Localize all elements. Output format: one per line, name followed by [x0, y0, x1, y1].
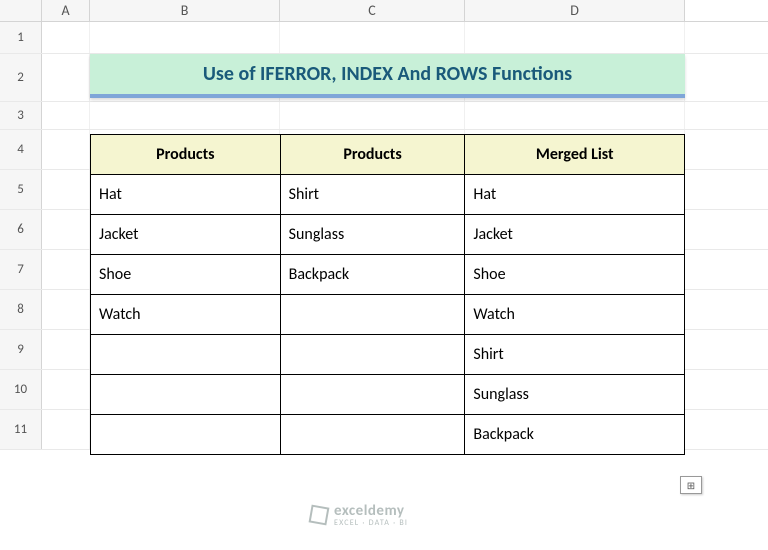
cell[interactable] [42, 54, 90, 101]
cell[interactable] [42, 370, 90, 409]
spreadsheet-area: A B C D 1 2 3 4 5 6 [0, 0, 768, 550]
row-header-4[interactable]: 4 [0, 130, 42, 169]
cell-c7[interactable]: Backpack [280, 255, 465, 295]
cell[interactable] [280, 102, 465, 129]
table-header-row: Products Products Merged List [91, 135, 685, 175]
cell[interactable] [42, 250, 90, 289]
col-header-B[interactable]: B [90, 0, 280, 21]
logo-icon [309, 505, 330, 526]
cell-c10[interactable] [280, 375, 465, 415]
cell-b7[interactable]: Shoe [91, 255, 281, 295]
select-all-corner[interactable] [0, 0, 42, 21]
col-header-D[interactable]: D [465, 0, 685, 21]
table-row: Watch Watch [91, 295, 685, 335]
cell-c8[interactable] [280, 295, 465, 335]
cell[interactable] [42, 290, 90, 329]
cell-c6[interactable]: Sunglass [280, 215, 465, 255]
cell[interactable] [42, 130, 90, 169]
table-row: Shirt [91, 335, 685, 375]
page-title: Use of IFERROR, INDEX And ROWS Functions [90, 54, 685, 98]
row-header-1[interactable]: 1 [0, 22, 42, 53]
row-header-11[interactable]: 11 [0, 410, 42, 449]
cell[interactable] [90, 22, 280, 53]
cell-b8[interactable]: Watch [91, 295, 281, 335]
cell-c11[interactable] [280, 415, 465, 455]
table-row: Backpack [91, 415, 685, 455]
table-row: Shoe Backpack Shoe [91, 255, 685, 295]
cell[interactable] [42, 22, 90, 53]
column-header-row: A B C D [0, 0, 768, 22]
cell-d5[interactable]: Hat [465, 175, 685, 215]
watermark-tagline: EXCEL · DATA · BI [334, 518, 408, 528]
cell[interactable] [465, 22, 685, 53]
cell[interactable] [42, 170, 90, 209]
header-products-1[interactable]: Products [91, 135, 281, 175]
cell-d8[interactable]: Watch [465, 295, 685, 335]
cell-b11[interactable] [91, 415, 281, 455]
cell[interactable] [280, 22, 465, 53]
table-row: Jacket Sunglass Jacket [91, 215, 685, 255]
row-header-7[interactable]: 7 [0, 250, 42, 289]
cell-d7[interactable]: Shoe [465, 255, 685, 295]
row-header-9[interactable]: 9 [0, 330, 42, 369]
row-header-8[interactable]: 8 [0, 290, 42, 329]
row-header-6[interactable]: 6 [0, 210, 42, 249]
header-products-2[interactable]: Products [280, 135, 465, 175]
table-row: Hat Shirt Hat [91, 175, 685, 215]
cell-d6[interactable]: Jacket [465, 215, 685, 255]
autofill-options-icon[interactable]: ⊞ [680, 476, 702, 494]
cell-d11[interactable]: Backpack [465, 415, 685, 455]
grid-row: 3 [0, 102, 768, 130]
row-header-10[interactable]: 10 [0, 370, 42, 409]
cell-b10[interactable] [91, 375, 281, 415]
cell-b9[interactable] [91, 335, 281, 375]
cell-d9[interactable]: Shirt [465, 335, 685, 375]
header-merged-list[interactable]: Merged List [465, 135, 685, 175]
cell[interactable] [42, 102, 90, 129]
cell[interactable] [465, 102, 685, 129]
data-table: Products Products Merged List Hat Shirt … [90, 134, 685, 455]
table-row: Sunglass [91, 375, 685, 415]
cell-b5[interactable]: Hat [91, 175, 281, 215]
cell-c9[interactable] [280, 335, 465, 375]
cell-b6[interactable]: Jacket [91, 215, 281, 255]
col-header-C[interactable]: C [280, 0, 465, 21]
row-header-3[interactable]: 3 [0, 102, 42, 129]
cell[interactable] [42, 330, 90, 369]
cell-c5[interactable]: Shirt [280, 175, 465, 215]
watermark-text: exceldemy EXCEL · DATA · BI [334, 502, 408, 528]
cell[interactable] [42, 210, 90, 249]
cell[interactable] [42, 410, 90, 449]
col-header-A[interactable]: A [42, 0, 90, 21]
grid-row: 1 [0, 22, 768, 54]
watermark: exceldemy EXCEL · DATA · BI [310, 502, 408, 528]
cell-d10[interactable]: Sunglass [465, 375, 685, 415]
row-header-2[interactable]: 2 [0, 54, 42, 101]
row-header-5[interactable]: 5 [0, 170, 42, 209]
cell[interactable] [90, 102, 280, 129]
